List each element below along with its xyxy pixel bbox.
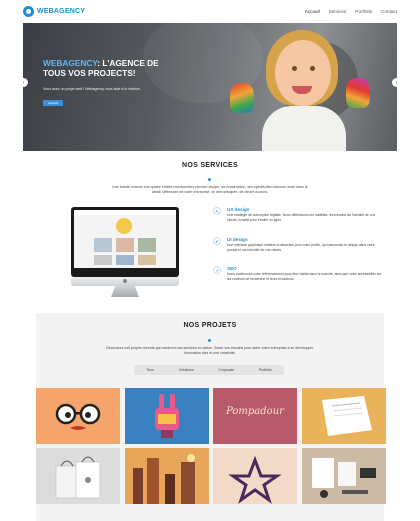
star-logo-illustration bbox=[228, 455, 282, 504]
hero-subtitle: Vous avez un projet web? Webagency vous … bbox=[43, 87, 141, 91]
bags-illustration bbox=[55, 456, 101, 499]
filter-portfolio[interactable]: Portfolio bbox=[259, 368, 272, 372]
apple-logo-icon bbox=[123, 279, 127, 283]
logo-icon bbox=[23, 6, 34, 17]
services-lead: Une bande nomme nos quatre entités coord… bbox=[112, 185, 308, 194]
services-title: NOS SERVICES bbox=[182, 162, 238, 169]
service-ui-design: ✐ UI design Une interface graphique intu… bbox=[213, 237, 383, 265]
pencil-icon: ✐ bbox=[213, 237, 221, 245]
logo[interactable]: WEBAGENCY bbox=[23, 6, 85, 17]
nav-item-contact[interactable]: Contact bbox=[381, 9, 397, 14]
projects-title: NOS PROJETS bbox=[183, 322, 237, 329]
filter-tous[interactable]: Tous bbox=[146, 368, 153, 372]
project-tile-logo[interactable] bbox=[213, 448, 297, 504]
section-divider bbox=[208, 178, 211, 181]
project-tile-city[interactable] bbox=[125, 448, 209, 504]
main-nav: Accueil Services Portfolio Contact bbox=[305, 9, 397, 14]
filter-corporate[interactable]: Corporate bbox=[218, 368, 234, 372]
project-filters: Tous Créations Corporate Portfolio bbox=[134, 365, 284, 375]
service-description: Une stratégie de conception digitale. No… bbox=[227, 213, 376, 222]
service-description: Nous améliorons votre référencement pour… bbox=[227, 272, 382, 281]
service-seo: ↗ SEO Nous améliorons votre référencemen… bbox=[213, 266, 383, 294]
service-title: UI design bbox=[227, 237, 248, 242]
project-tile-rabbit[interactable] bbox=[125, 388, 209, 444]
carousel-next-icon[interactable]: › bbox=[392, 78, 397, 87]
hero-title: WEBAGENCY: L'AGENCE DE TOUS VOS PROJECTS… bbox=[43, 58, 159, 78]
service-ux-design: ✎ UX design Une stratégie de conception … bbox=[213, 207, 383, 235]
header: WEBAGENCY Accueil Services Portfolio Con… bbox=[23, 0, 397, 23]
stationery-illustration bbox=[312, 458, 376, 498]
pen-icon: ✎ bbox=[213, 207, 221, 215]
filter-creations[interactable]: Créations bbox=[179, 368, 194, 372]
nav-item-portfolio[interactable]: Portfolio bbox=[355, 9, 372, 14]
hero-image-child-painted-hands bbox=[228, 28, 378, 151]
project-tile-paper[interactable] bbox=[302, 388, 386, 444]
glasses-illustration bbox=[55, 403, 101, 430]
project-tile-glasses[interactable] bbox=[36, 388, 120, 444]
section-divider bbox=[208, 339, 211, 342]
imac-mockup-image bbox=[71, 207, 179, 299]
hero-contact-button[interactable]: Contact bbox=[43, 100, 63, 106]
project-tile-bags[interactable] bbox=[36, 448, 120, 504]
pompadour-lettering: Pompadour bbox=[226, 406, 284, 417]
carousel-prev-icon[interactable]: ‹ bbox=[23, 78, 28, 87]
project-tile-pompadour[interactable]: Pompadour bbox=[213, 388, 297, 444]
hero-banner: WEBAGENCY: L'AGENCE DE TOUS VOS PROJECTS… bbox=[23, 23, 397, 151]
logo-text: WEBAGENCY bbox=[37, 8, 86, 15]
rabbit-illustration bbox=[155, 394, 179, 438]
nav-item-accueil[interactable]: Accueil bbox=[305, 9, 320, 14]
project-tile-stationery[interactable] bbox=[302, 448, 386, 504]
service-description: Une interface graphique intuitive et att… bbox=[227, 243, 375, 252]
paper-illustration bbox=[322, 396, 372, 436]
service-title: SEO bbox=[227, 266, 237, 271]
city-illustration bbox=[125, 448, 209, 504]
nav-item-services[interactable]: Services bbox=[329, 9, 347, 14]
service-title: UX design bbox=[227, 207, 250, 212]
projects-lead: Découvrez nos projets récents qui montre… bbox=[106, 346, 314, 355]
chart-icon: ↗ bbox=[213, 266, 221, 274]
